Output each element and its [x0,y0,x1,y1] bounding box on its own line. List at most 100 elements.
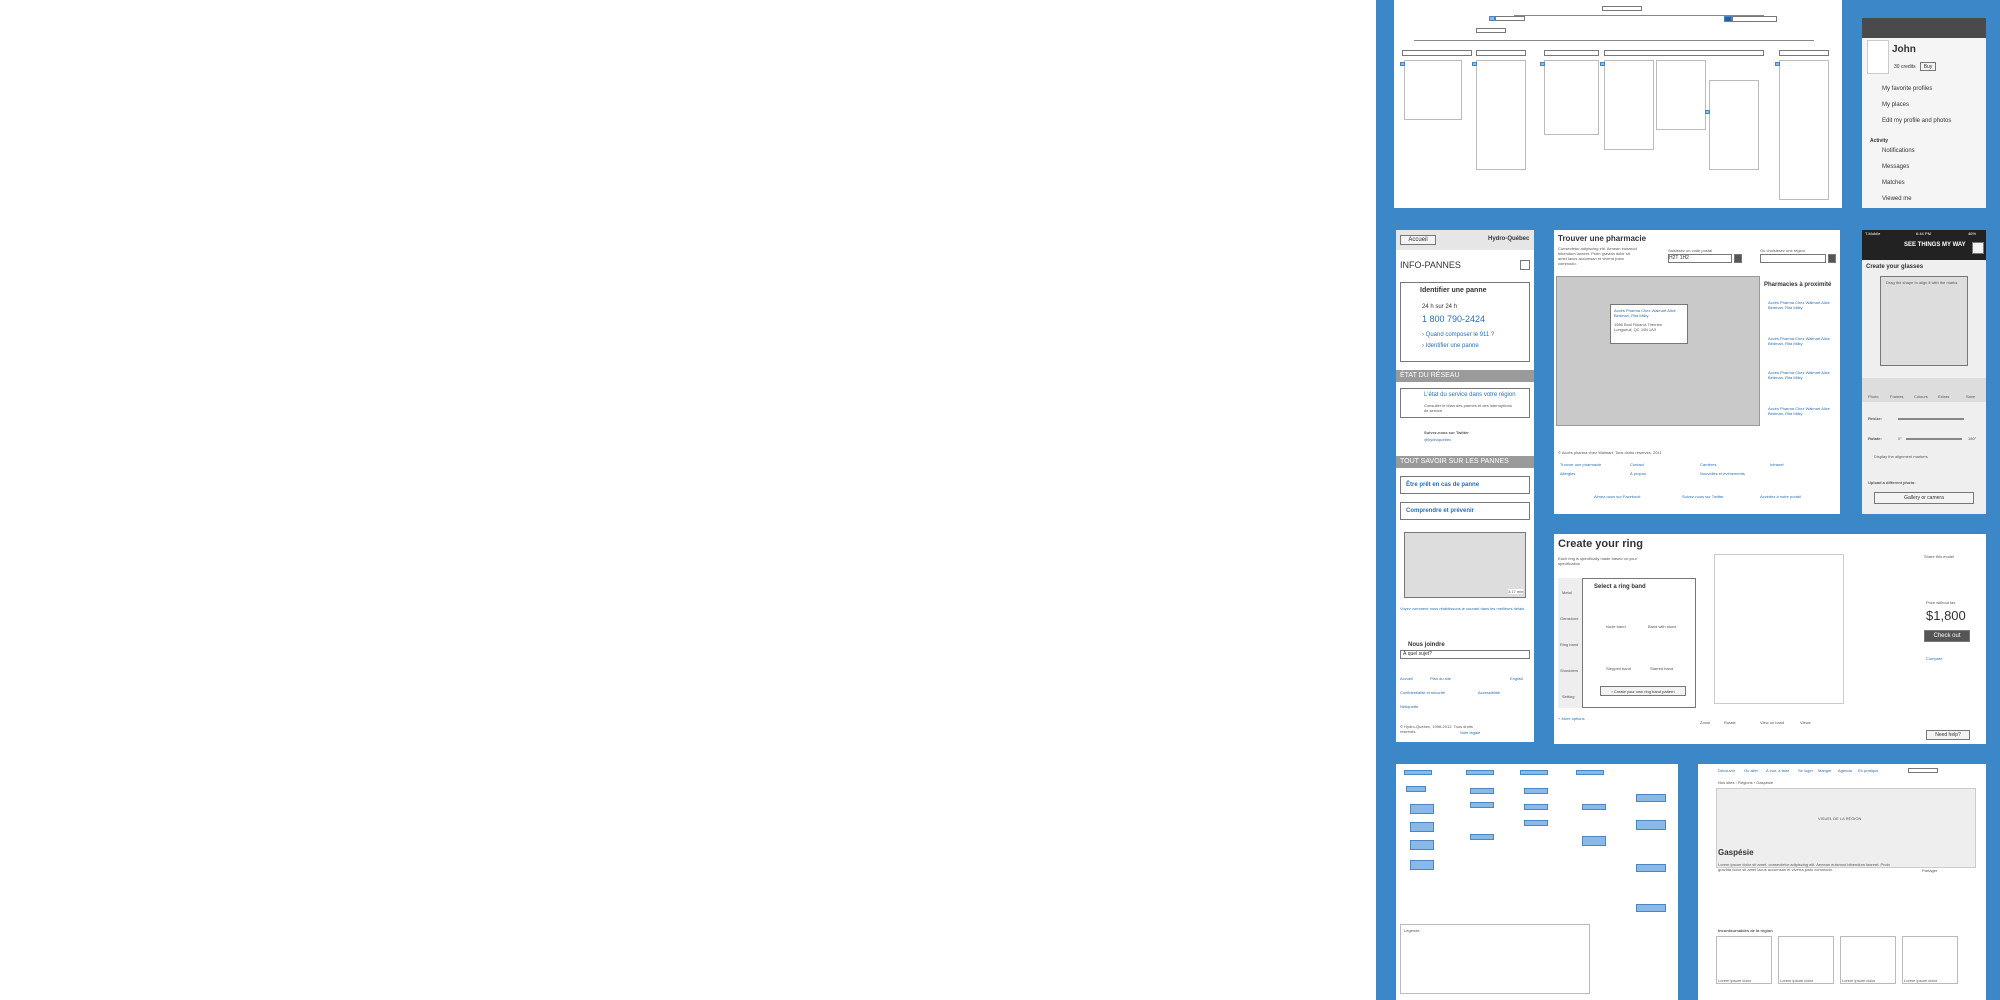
photo-area[interactable] [1880,276,1968,366]
footer-link-6[interactable]: À propos [1630,471,1646,476]
footer-link-1[interactable]: Trouver une pharmacie [1560,462,1601,467]
popup-title[interactable]: Accès Pharma Chez Walmart Alice Bédman, … [1614,308,1680,318]
back-button[interactable]: Accueil [1400,235,1436,245]
create-own-pattern-button[interactable]: › Create your own ring band pattern [1600,686,1686,696]
legal-note[interactable]: Note légale [1460,730,1480,735]
phone-number[interactable]: 1 800 790-2424 [1422,314,1485,324]
view-views[interactable]: Views [1800,720,1811,725]
nav-5[interactable]: Manger [1818,768,1832,773]
card-2[interactable] [1778,936,1834,984]
footer-home[interactable]: Accueil [1400,676,1413,681]
rotate-slider[interactable] [1906,438,1962,440]
footer-netiquette[interactable]: Nétiquette [1400,704,1418,709]
legend-box [1400,924,1590,994]
view-on-hand[interactable]: View on hand [1760,720,1784,725]
view-zoom[interactable]: Zoom [1700,720,1710,725]
region-select[interactable] [1760,254,1826,263]
profile-name: John [1892,44,1916,55]
step-gemstone[interactable]: Gemstone [1560,616,1578,621]
ring-preview[interactable] [1714,554,1844,704]
footer-link-7[interactable]: Nouvelles et événements [1700,471,1745,476]
popup-address: 1986 Boul Roland-Therrien Longueuil, QC … [1614,322,1663,332]
postal-input[interactable]: H2T 1H2 [1668,254,1732,263]
footer-privacy[interactable]: Confidentialité et sécurité [1400,690,1445,695]
contact-select[interactable]: À quel sujet? [1400,650,1530,659]
step-shoulders[interactable]: Shoulders [1560,668,1578,673]
result-2[interactable]: Accès Pharma Chez Walmart Alice Bédman, … [1768,336,1834,346]
markers-toggle[interactable]: Display the alignment markers [1874,454,1928,459]
compare-link[interactable]: Compare [1926,656,1942,661]
search-icon[interactable] [1520,260,1530,270]
flow-diagram: Légende [1396,764,1678,1000]
region-intro: Lorem ipsum dolor sit amet, consectetur … [1718,862,1890,872]
rotate-label: Rotate: [1868,436,1882,441]
footer-link-5[interactable]: Allergies [1560,471,1575,476]
credits-label: 30 credits [1894,64,1916,70]
menu-my-places[interactable]: My places [1882,102,1909,108]
social-facebook[interactable]: Aimez-nous sur Facebook [1594,494,1640,499]
result-3[interactable]: Accès Pharma Chez Walmart Alice Bédman, … [1768,370,1834,380]
help-button[interactable]: Need help? [1926,730,1970,740]
footer-link-3[interactable]: Carrières [1700,462,1716,467]
twitter-handle[interactable]: @hydroquebec [1424,437,1451,442]
social-portal[interactable]: Accédez à notre portail [1760,494,1801,499]
footer-link-4[interactable]: Intranet [1770,462,1784,467]
social-twitter[interactable]: Suivez-nous sur Twitter [1682,494,1724,499]
region-submit[interactable] [1828,254,1836,263]
result-4[interactable]: Accès Pharma Chez Walmart Alice Bédman, … [1768,406,1834,416]
postal-submit[interactable] [1734,254,1742,263]
band-with-stone[interactable]: Band with stone [1648,624,1676,629]
footer-sitemap[interactable]: Plan du site [1430,676,1451,681]
nav-4[interactable]: Se loger [1798,768,1813,773]
gallery-button[interactable]: Gallery or camera [1874,492,1974,504]
activity-matches[interactable]: Matches [1882,180,1905,186]
nav-6[interactable]: Agenda [1838,768,1852,773]
card-4[interactable] [1902,936,1958,984]
checkout-button[interactable]: Check out [1924,630,1970,642]
region-title: Gaspésie [1718,848,1754,857]
step-ring-band[interactable]: Ring band [1560,642,1578,647]
nav-1[interactable]: Découvrir [1718,768,1735,773]
menu-icon[interactable] [1972,242,1984,254]
ring-configurator: Create your ring Each ring is specifical… [1554,534,1986,744]
activity-notifications[interactable]: Notifications [1882,148,1915,154]
activity-messages[interactable]: Messages [1882,164,1909,170]
tab-extras[interactable]: Extras [1938,394,1949,399]
nav-2[interactable]: Où aller [1744,768,1758,773]
link-911[interactable]: › Quand composer le 911 ? [1422,332,1494,338]
tab-save[interactable]: Save [1966,394,1975,399]
more-options[interactable]: + More options [1558,716,1585,721]
view-rotate[interactable]: Rotate [1724,720,1736,725]
twitter-follow[interactable]: Suivez-nous sur Twitter [1424,430,1469,435]
link-identify[interactable]: › Identifier une panne [1422,343,1479,349]
state-item-title[interactable]: L'état du service dans votre région [1424,392,1516,398]
tab-frames[interactable]: Frames [1890,394,1904,399]
step-metal[interactable]: Metal [1562,590,1572,595]
band-starred[interactable]: Starred band [1650,666,1673,671]
card-3-label: Lorem ipsum dolor [1842,978,1876,983]
activity-viewed-me[interactable]: Viewed me [1882,196,1912,202]
menu-favorite-profiles[interactable]: My favorite profiles [1882,86,1932,92]
tab-colours[interactable]: Colours [1914,394,1928,399]
card-3[interactable] [1840,936,1896,984]
footer-english[interactable]: English [1510,676,1523,681]
hydro-mobile: Accueil Hydro-Québec INFO-PANNES Identif… [1396,230,1534,742]
footer-link-2[interactable]: Contact [1630,462,1644,467]
search-icon[interactable] [1908,768,1938,773]
band-nude[interactable]: Nude band [1606,624,1626,629]
map[interactable] [1556,276,1760,426]
status-battery: 46% [1968,231,1977,236]
buy-credits-button[interactable]: Buy [1920,62,1936,71]
card-1[interactable] [1716,936,1772,984]
menu-edit-profile[interactable]: Edit my profile and photos [1882,118,1951,124]
resize-slider[interactable] [1898,418,1964,420]
tab-photo[interactable]: Photo [1868,394,1878,399]
footer-accessibility[interactable]: Accessibilité [1478,690,1500,695]
share-label[interactable]: Partager [1922,868,1937,873]
nav-7[interactable]: En pratique [1858,768,1878,773]
result-1[interactable]: Accès Pharma Chez Walmart Alice Bédman, … [1768,300,1834,310]
nav-3[interactable]: À voir, à faire [1766,768,1789,773]
band-stepped[interactable]: Stepped band [1606,666,1631,671]
profile-sidebar: John 30 credits Buy My favorite profiles… [1862,18,1986,208]
step-setting[interactable]: Setting [1562,694,1574,699]
